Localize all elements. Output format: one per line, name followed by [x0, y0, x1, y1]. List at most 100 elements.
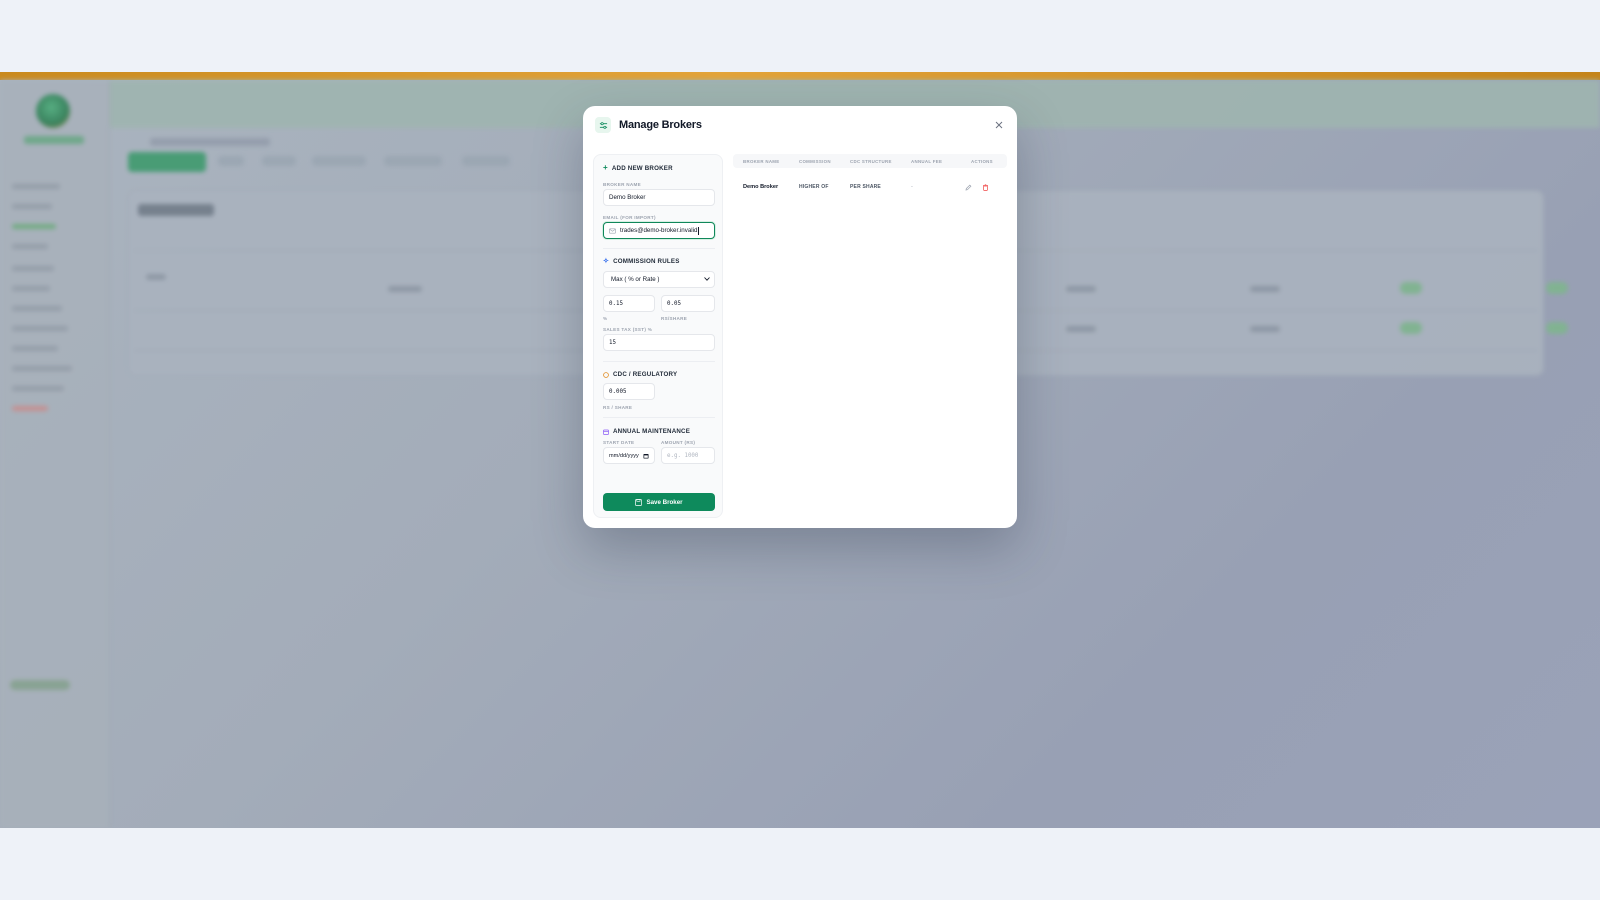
save-icon [635, 498, 643, 506]
nav-line [12, 326, 68, 331]
sales-tax-label: SALES TAX (SST) % [603, 327, 653, 332]
nav-line [12, 366, 72, 371]
rate-value: 0.05 [667, 300, 681, 307]
calendar-picker-icon[interactable] [643, 453, 649, 459]
sparkle-icon: ✧ [603, 258, 610, 265]
background-cell [1250, 286, 1280, 292]
shield-icon [603, 371, 609, 378]
table-header: BROKER NAME COMMISSION CDC STRUCTURE ANN… [733, 154, 1007, 168]
rate-input[interactable]: 0.05 [661, 295, 715, 312]
save-broker-label: Save Broker [646, 498, 683, 506]
broker-name-label: BROKER NAME [603, 182, 642, 187]
percent-value: 0.15 [609, 300, 623, 307]
start-date-label: START DATE [603, 440, 635, 445]
background-pill [1400, 282, 1422, 294]
background-cell [1066, 326, 1096, 332]
broker-name-value: Demo Broker [609, 194, 646, 201]
email-field[interactable]: trades@demo-broker.invalid [603, 222, 715, 239]
nav-line-active [12, 224, 56, 229]
background-cell [146, 274, 166, 280]
background-chip [462, 156, 510, 166]
start-date-input[interactable]: mm/dd/yyyy [603, 447, 655, 464]
nav-line [12, 184, 60, 189]
add-broker-form: + ADD NEW BROKER BROKER NAME Demo Broker… [593, 154, 723, 518]
amount-input[interactable]: e.g. 1000 [661, 447, 715, 464]
cdc-input[interactable]: 0.005 [603, 383, 655, 400]
background-chip [312, 156, 366, 166]
app-logo-text [24, 136, 84, 144]
amount-label: AMOUNT (RS) [661, 440, 696, 445]
section-divider [603, 361, 715, 362]
cdc-value: 0.005 [609, 388, 627, 395]
header-actions: ACTIONS [971, 159, 993, 164]
background-cell [388, 286, 422, 292]
header-commission: COMMISSION [799, 159, 831, 164]
brokers-table: BROKER NAME COMMISSION CDC STRUCTURE ANN… [733, 154, 1007, 518]
add-broker-title: ADD NEW BROKER [611, 164, 673, 172]
sales-tax-value: 15 [609, 339, 616, 346]
background-chip [262, 156, 296, 166]
app-logo [36, 94, 70, 128]
background-chip [384, 156, 442, 166]
maintenance-heading: ANNUAL MAINTENANCE [603, 428, 690, 435]
text-cursor [697, 226, 699, 235]
nav-line [12, 306, 62, 311]
edit-icon[interactable] [963, 182, 973, 192]
sliders-icon [595, 117, 611, 133]
commission-title: COMMISSION RULES [613, 258, 680, 265]
nav-line [12, 204, 52, 209]
nav-line-logout [12, 406, 48, 411]
table-row: Demo Broker HIGHER OF PER SHARE - [733, 176, 1007, 198]
header-cdc-structure: CDC STRUCTURE [850, 159, 892, 164]
broker-name-input[interactable]: Demo Broker [603, 189, 715, 206]
plus-icon: + [603, 163, 608, 172]
percent-unit: % [603, 316, 608, 321]
add-broker-heading: + ADD NEW BROKER [603, 164, 673, 172]
manage-brokers-modal: Manage Brokers + ADD NEW BROKER BROKER N… [583, 106, 1017, 528]
background-pill [1546, 322, 1568, 334]
background-tabs [150, 138, 270, 146]
row-cdc-structure: PER SHARE [850, 184, 881, 190]
section-divider [603, 248, 715, 249]
commission-type-select[interactable]: Max ( % or Rate ) [603, 271, 715, 288]
top-accent-bar [0, 72, 1600, 80]
maintenance-title: ANNUAL MAINTENANCE [613, 428, 691, 435]
start-date-value: mm/dd/yyyy [609, 452, 639, 459]
amount-placeholder: e.g. 1000 [667, 452, 699, 459]
commission-type-value: Max ( % or Rate ) [611, 276, 660, 283]
nav-line [12, 286, 50, 291]
row-broker-name: Demo Broker [743, 184, 779, 190]
cdc-heading: CDC / REGULATORY [603, 371, 677, 378]
calendar-icon [603, 429, 609, 435]
background-chip [218, 156, 244, 166]
row-annual-fee: - [911, 184, 913, 190]
nav-line [12, 386, 64, 391]
background-pill [1546, 282, 1568, 294]
header-annual-fee: ANNUAL FEE [911, 159, 943, 164]
section-divider [603, 417, 715, 418]
background-pill [1400, 322, 1422, 334]
background-cell [1250, 326, 1280, 332]
commission-heading: ✧ COMMISSION RULES [603, 258, 680, 265]
email-label: EMAIL (FOR IMPORT) [603, 215, 656, 220]
rate-unit: RS/SHARE [661, 316, 688, 321]
background-card-title [138, 204, 214, 216]
sidebar-footer [10, 680, 70, 690]
percent-input[interactable]: 0.15 [603, 295, 655, 312]
nav-line [12, 346, 58, 351]
close-icon[interactable] [993, 119, 1005, 131]
save-broker-button[interactable]: Save Broker [603, 493, 715, 511]
chevron-down-icon [704, 276, 710, 283]
background-cell [1066, 286, 1096, 292]
cdc-title: CDC / REGULATORY [613, 371, 678, 378]
nav-line [12, 266, 54, 271]
email-value: trades@demo-broker.invalid [620, 227, 698, 234]
cdc-unit: RS / SHARE [603, 405, 633, 410]
nav-line [12, 244, 48, 249]
sales-tax-input[interactable]: 15 [603, 334, 715, 351]
mail-icon [609, 228, 616, 234]
modal-header: Manage Brokers [583, 106, 1017, 144]
row-commission: HIGHER OF [799, 184, 829, 190]
delete-icon[interactable] [980, 182, 990, 192]
header-broker-name: BROKER NAME [743, 159, 780, 164]
